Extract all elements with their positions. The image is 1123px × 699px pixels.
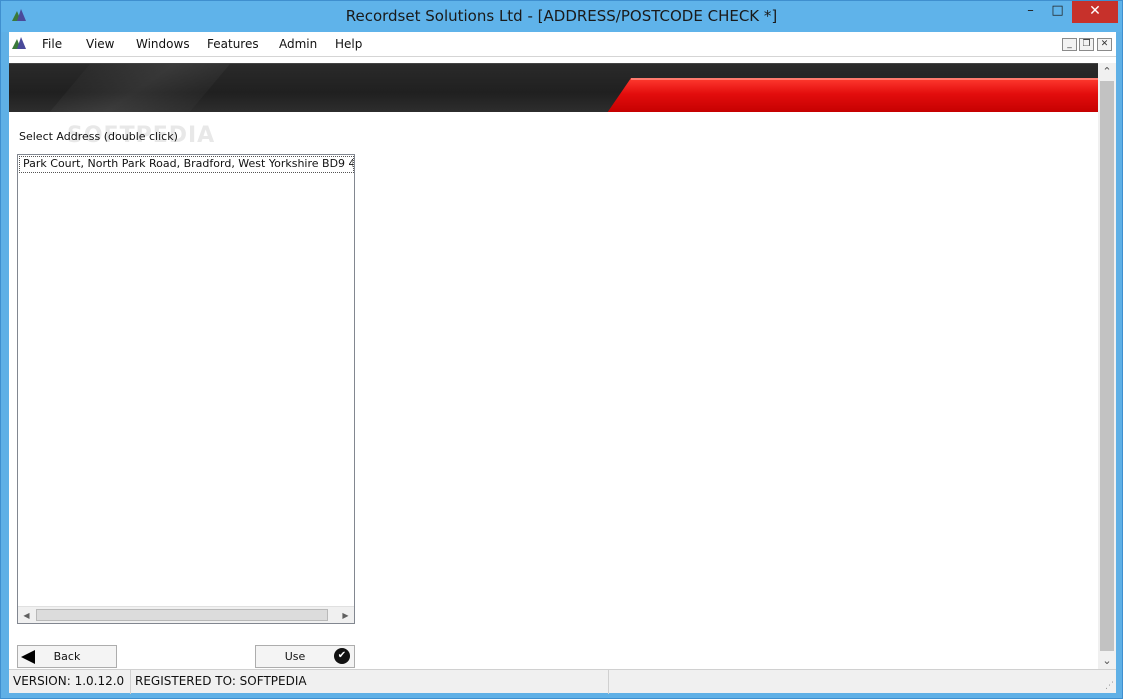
window-title: Recordset Solutions Ltd - [ADDRESS/POSTC… bbox=[345, 7, 778, 25]
back-button[interactable]: Back bbox=[17, 645, 117, 668]
use-button[interactable]: Use ✔ bbox=[255, 645, 355, 668]
scroll-right-icon[interactable]: ▶ bbox=[337, 607, 354, 624]
menu-bar: File View Windows Features Admin Help _ … bbox=[9, 32, 1116, 57]
scroll-left-icon[interactable]: ◀ bbox=[18, 607, 35, 624]
menu-features[interactable]: Features bbox=[207, 37, 259, 51]
select-address-label: Select Address (double click) bbox=[19, 130, 178, 143]
scroll-down-icon[interactable]: ⌄ bbox=[1098, 652, 1116, 669]
horizontal-scroll-thumb[interactable] bbox=[36, 609, 328, 621]
horizontal-scrollbar[interactable]: ◀ ▶ bbox=[18, 606, 354, 623]
version-status: VERSION: 1.0.12.0 bbox=[9, 670, 131, 694]
menu-windows[interactable]: Windows bbox=[136, 37, 190, 51]
header-banner bbox=[9, 63, 1098, 112]
mdi-close-button[interactable]: ✕ bbox=[1097, 38, 1112, 51]
banner-red-highlight bbox=[631, 78, 1098, 80]
mdi-restore-button[interactable]: ❐ bbox=[1079, 38, 1094, 51]
menu-view[interactable]: View bbox=[86, 37, 114, 51]
resize-grip-icon[interactable]: ⋰ bbox=[1105, 681, 1114, 691]
checkmark-icon: ✔ bbox=[334, 648, 350, 664]
address-list-item[interactable]: Park Court, North Park Road, Bradford, W… bbox=[19, 156, 354, 173]
app-window: Recordset Solutions Ltd - [ADDRESS/POSTC… bbox=[0, 0, 1123, 699]
back-button-label: Back bbox=[53, 650, 81, 663]
title-bar[interactable]: Recordset Solutions Ltd - [ADDRESS/POSTC… bbox=[1, 1, 1122, 32]
menu-file[interactable]: File bbox=[42, 37, 62, 51]
address-listbox[interactable]: Park Court, North Park Road, Bradford, W… bbox=[17, 154, 355, 624]
document-icon[interactable] bbox=[12, 37, 26, 49]
banner-highlight bbox=[14, 64, 264, 112]
mdi-minimize-button[interactable]: _ bbox=[1062, 38, 1077, 51]
menu-admin[interactable]: Admin bbox=[279, 37, 317, 51]
menu-help[interactable]: Help bbox=[335, 37, 362, 51]
minimize-button[interactable]: – bbox=[1017, 1, 1044, 23]
status-bar: VERSION: 1.0.12.0 REGISTERED TO: SOFTPED… bbox=[9, 669, 1116, 694]
scroll-up-icon[interactable]: ⌃ bbox=[1098, 63, 1116, 80]
close-button[interactable]: ✕ bbox=[1072, 1, 1118, 23]
registered-status: REGISTERED TO: SOFTPEDIA bbox=[131, 670, 609, 694]
maximize-button[interactable]: □ bbox=[1044, 1, 1071, 23]
banner-red-stripe bbox=[607, 78, 1098, 112]
vertical-scrollbar[interactable]: ⌃ ⌄ bbox=[1098, 63, 1116, 669]
use-button-label: Use bbox=[284, 650, 306, 663]
child-window-content: SOFTPEDIA Select Address (double click) … bbox=[9, 57, 1116, 669]
vertical-scroll-thumb[interactable] bbox=[1100, 81, 1114, 651]
status-panel-empty bbox=[609, 670, 1109, 694]
